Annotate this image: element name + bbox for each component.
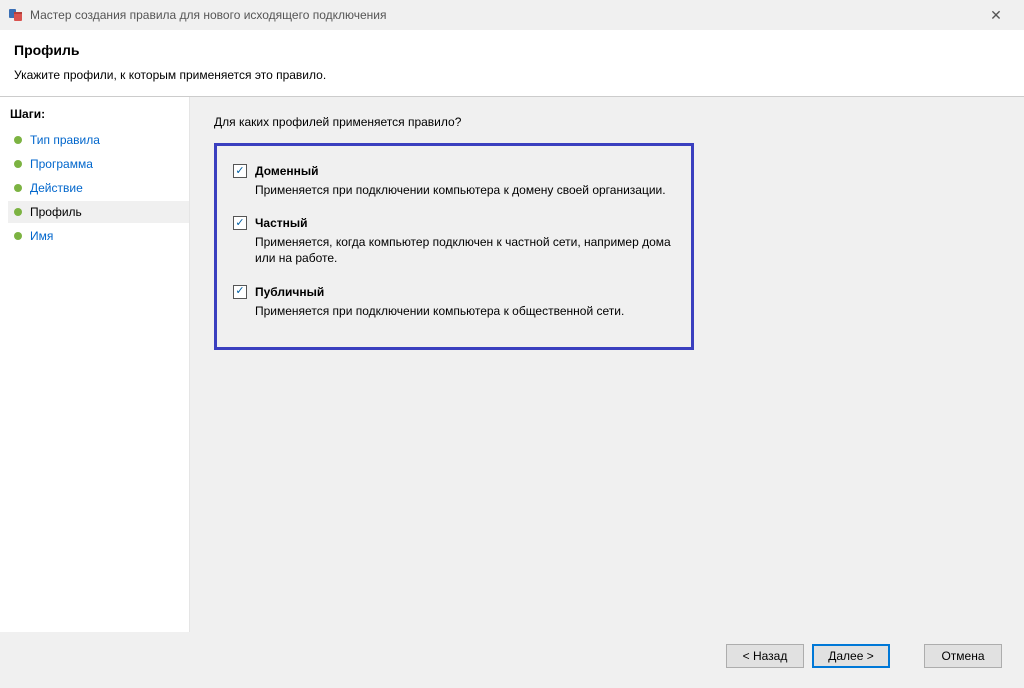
spacer <box>898 644 916 668</box>
window-title: Мастер создания правила для нового исход… <box>30 8 976 22</box>
option-title: Частный <box>255 216 308 230</box>
cancel-button[interactable]: Отмена <box>924 644 1002 668</box>
option-desc: Применяется, когда компьютер подключен к… <box>255 234 675 266</box>
option-domain: ✓ Доменный Применяется при подключении к… <box>233 164 675 198</box>
options-group: ✓ Доменный Применяется при подключении к… <box>214 143 694 350</box>
page-title: Профиль <box>14 42 1010 58</box>
close-button[interactable]: ✕ <box>976 1 1016 29</box>
body: Шаги: Тип правила Программа Действие Про… <box>0 97 1024 632</box>
header: Профиль Укажите профили, к которым приме… <box>0 30 1024 97</box>
bullet-icon <box>14 160 22 168</box>
next-button[interactable]: Далее > <box>812 644 890 668</box>
step-label: Тип правила <box>30 133 100 147</box>
page-subtitle: Укажите профили, к которым применяется э… <box>14 68 1010 82</box>
titlebar: Мастер создания правила для нового исход… <box>0 0 1024 30</box>
app-icon <box>8 7 24 23</box>
step-name[interactable]: Имя <box>8 225 189 247</box>
option-public: ✓ Публичный Применяется при подключении … <box>233 285 675 319</box>
bullet-icon <box>14 208 22 216</box>
bullet-icon <box>14 136 22 144</box>
step-label: Имя <box>30 229 53 243</box>
checkbox-public[interactable]: ✓ <box>233 285 247 299</box>
option-title: Публичный <box>255 285 324 299</box>
step-profile[interactable]: Профиль <box>8 201 189 223</box>
step-label: Действие <box>30 181 83 195</box>
bullet-icon <box>14 232 22 240</box>
option-desc: Применяется при подключении компьютера к… <box>255 182 675 198</box>
step-label: Профиль <box>30 205 82 219</box>
footer: < Назад Далее > Отмена <box>0 632 1024 688</box>
step-program[interactable]: Программа <box>8 153 189 175</box>
step-action[interactable]: Действие <box>8 177 189 199</box>
checkbox-domain[interactable]: ✓ <box>233 164 247 178</box>
content-prompt: Для каких профилей применяется правило? <box>214 115 1000 129</box>
step-label: Программа <box>30 157 93 171</box>
content: Для каких профилей применяется правило? … <box>190 97 1024 632</box>
step-rule-type[interactable]: Тип правила <box>8 129 189 151</box>
sidebar-title: Шаги: <box>8 107 189 121</box>
option-title: Доменный <box>255 164 319 178</box>
bullet-icon <box>14 184 22 192</box>
back-button[interactable]: < Назад <box>726 644 804 668</box>
option-private: ✓ Частный Применяется, когда компьютер п… <box>233 216 675 266</box>
option-desc: Применяется при подключении компьютера к… <box>255 303 675 319</box>
sidebar: Шаги: Тип правила Программа Действие Про… <box>0 97 190 632</box>
wizard-window: Мастер создания правила для нового исход… <box>0 0 1024 688</box>
checkbox-private[interactable]: ✓ <box>233 216 247 230</box>
